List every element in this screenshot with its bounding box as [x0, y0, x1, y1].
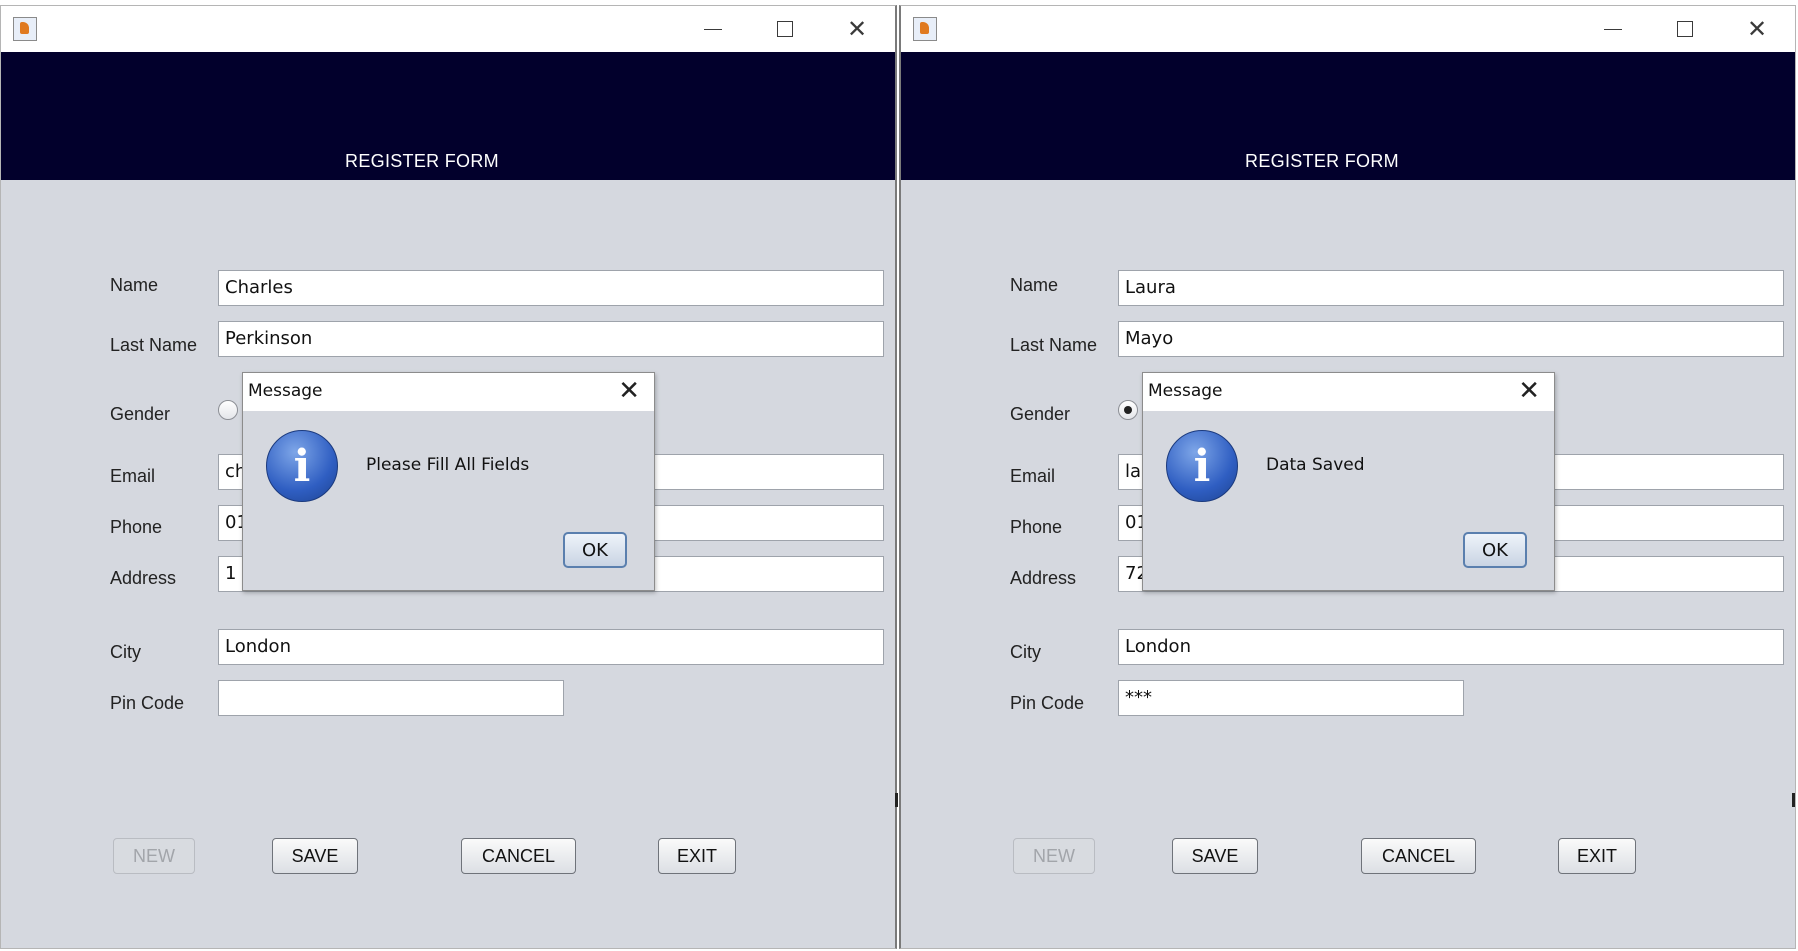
gender-label: Gender: [1010, 404, 1071, 424]
message-dialog: Message ✕ i Data Saved OK: [1142, 372, 1555, 591]
name-input[interactable]: Charles: [218, 270, 884, 306]
new-button[interactable]: NEW: [1013, 838, 1095, 874]
save-button[interactable]: SAVE: [1172, 838, 1258, 874]
dialog-message: Data Saved: [1266, 455, 1365, 475]
pin-code-label: Pin Code: [1010, 693, 1085, 713]
name-label: Name: [1010, 275, 1059, 295]
register-window-right: ✕ REGISTER FORM Name Laura Last Name May…: [899, 5, 1796, 949]
maximize-button[interactable]: [1665, 14, 1705, 44]
pin-code-input[interactable]: [218, 680, 564, 716]
dialog-close-icon[interactable]: ✕: [1518, 376, 1540, 406]
pin-code-input[interactable]: ***: [1118, 680, 1464, 716]
cancel-button[interactable]: CANCEL: [1361, 838, 1476, 874]
new-button[interactable]: NEW: [113, 838, 195, 874]
cancel-button[interactable]: CANCEL: [461, 838, 576, 874]
save-button[interactable]: SAVE: [272, 838, 358, 874]
resize-handle[interactable]: [1792, 793, 1795, 807]
gender-radio[interactable]: [1118, 400, 1138, 420]
register-window-left: ✕ REGISTER FORM Name Charles Last Name P…: [0, 5, 898, 949]
phone-label: Phone: [110, 517, 163, 537]
city-input[interactable]: London: [1118, 629, 1784, 665]
window-titlebar[interactable]: ✕: [901, 6, 1795, 52]
java-app-icon: [13, 17, 37, 41]
maximize-button[interactable]: [765, 14, 805, 44]
ok-button[interactable]: OK: [1463, 532, 1527, 568]
info-icon: i: [1166, 430, 1238, 502]
ok-button[interactable]: OK: [563, 532, 627, 568]
form-title: REGISTER FORM: [1245, 151, 1399, 171]
last-name-label: Last Name: [1010, 335, 1098, 355]
phone-label: Phone: [1010, 517, 1063, 537]
name-input[interactable]: Laura: [1118, 270, 1784, 306]
name-label: Name: [110, 275, 159, 295]
last-name-input[interactable]: Perkinson: [218, 321, 884, 357]
gender-radio[interactable]: [218, 400, 238, 420]
dialog-titlebar[interactable]: Message ✕: [1143, 373, 1554, 411]
close-button[interactable]: ✕: [837, 14, 877, 44]
email-label: Email: [1010, 466, 1056, 486]
info-icon: i: [266, 430, 338, 502]
city-input[interactable]: London: [218, 629, 884, 665]
dialog-close-icon[interactable]: ✕: [618, 376, 640, 406]
email-label: Email: [110, 466, 156, 486]
address-label: Address: [110, 568, 177, 588]
java-app-icon: [913, 17, 937, 41]
message-dialog: Message ✕ i Please Fill All Fields OK: [242, 372, 655, 591]
header-banner: REGISTER FORM: [901, 52, 1795, 180]
dialog-title: Message: [1148, 381, 1223, 401]
resize-handle[interactable]: [895, 793, 898, 807]
dialog-message: Please Fill All Fields: [366, 455, 530, 475]
form-title: REGISTER FORM: [345, 151, 499, 171]
minimize-button[interactable]: [693, 14, 733, 44]
close-button[interactable]: ✕: [1737, 14, 1777, 44]
exit-button[interactable]: EXIT: [658, 838, 736, 874]
pin-code-label: Pin Code: [110, 693, 185, 713]
last-name-label: Last Name: [110, 335, 198, 355]
header-banner: REGISTER FORM: [1, 52, 895, 180]
window-titlebar[interactable]: ✕: [1, 6, 895, 52]
city-label: City: [1010, 642, 1041, 662]
last-name-input[interactable]: Mayo: [1118, 321, 1784, 357]
city-label: City: [110, 642, 141, 662]
gender-label: Gender: [110, 404, 171, 424]
minimize-button[interactable]: [1593, 14, 1633, 44]
address-label: Address: [1010, 568, 1077, 588]
exit-button[interactable]: EXIT: [1558, 838, 1636, 874]
dialog-title: Message: [248, 381, 323, 401]
dialog-titlebar[interactable]: Message ✕: [243, 373, 654, 411]
